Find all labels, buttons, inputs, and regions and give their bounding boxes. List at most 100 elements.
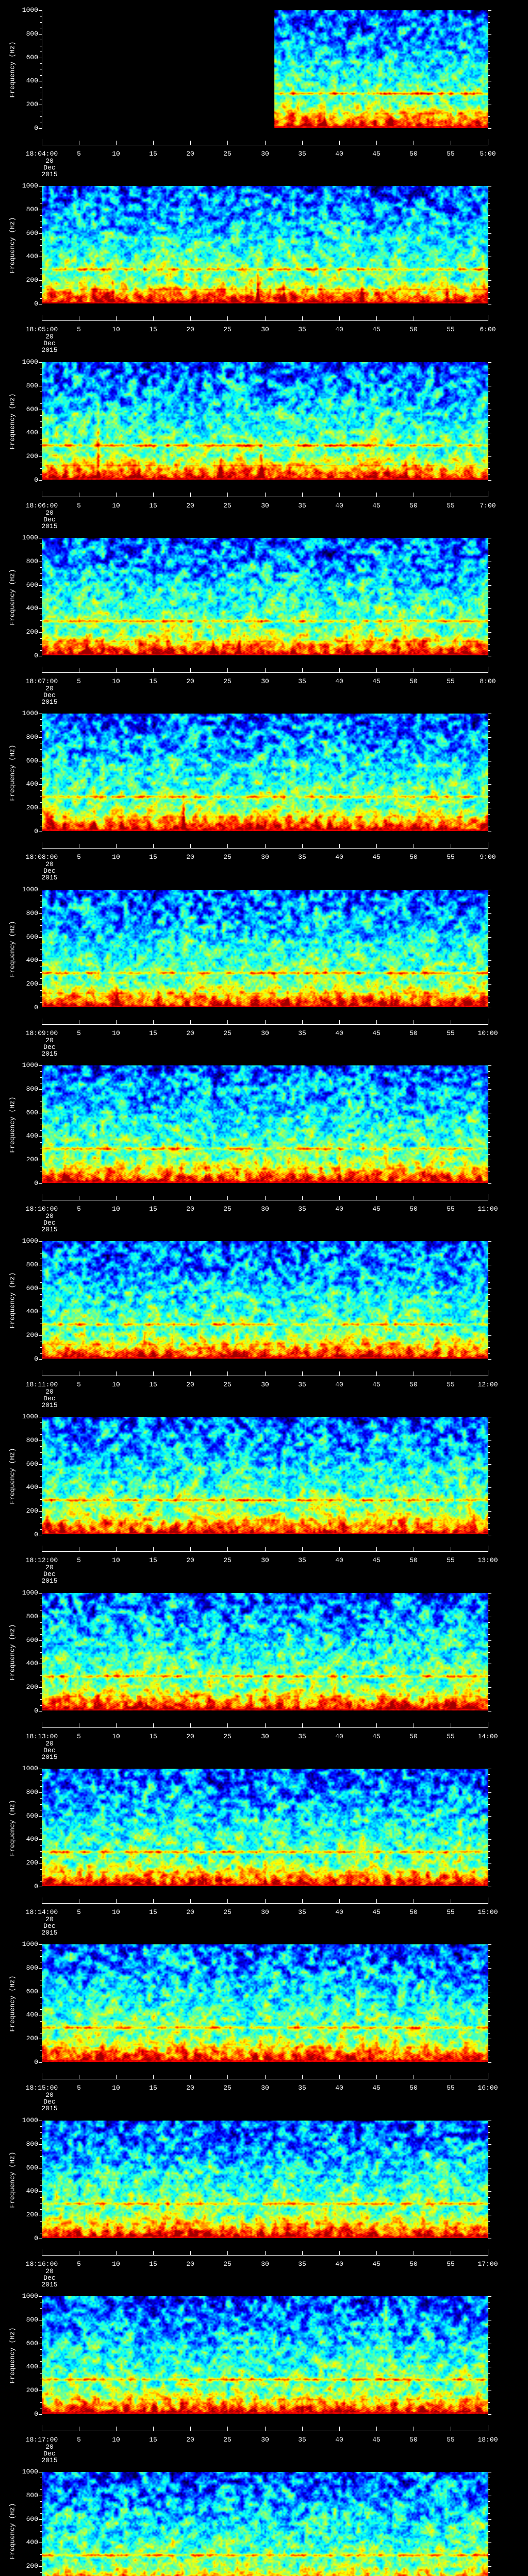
y-tick-mark (488, 585, 491, 586)
x-axis-tick-label: 50 (409, 1029, 418, 1037)
y-tick-mark (488, 474, 490, 475)
end-time-label: 15:00 (477, 1908, 498, 1916)
y-axis-tick-label: 400 (26, 1659, 38, 1667)
y-axis-tick-label: 600 (26, 1812, 38, 1820)
y-axis-tick-label: 0 (34, 124, 38, 132)
y-tick-mark (488, 1593, 491, 1594)
end-time-label: 8:00 (480, 677, 496, 685)
y-tick-mark (39, 1593, 42, 1594)
y-axis-tick-label: 200 (26, 2035, 38, 2042)
frequency-axis-title: Frequency (Hz) (8, 41, 16, 98)
y-tick-mark (39, 1816, 42, 1817)
y-tick-mark (39, 984, 42, 985)
y-tick-mark (40, 1529, 42, 1530)
y-tick-mark (40, 1786, 42, 1787)
y-tick-mark (488, 1089, 491, 1090)
y-tick-mark (40, 1347, 42, 1348)
y-tick-mark (488, 949, 490, 950)
x-axis-tick-label: 55 (447, 502, 455, 510)
y-tick-mark (488, 1306, 490, 1307)
y-tick-mark (40, 2507, 42, 2508)
y-axis-tick-label: 1000 (22, 709, 38, 717)
y-tick-mark (39, 34, 42, 35)
x-tick-mark (302, 668, 303, 672)
x-axis-tick-label: 10 (112, 853, 120, 861)
y-axis-tick-label: 200 (26, 1156, 38, 1163)
y-tick-mark (488, 2221, 490, 2222)
y-axis-tick-label: 200 (26, 100, 38, 108)
x-axis-tick-label: 45 (372, 2084, 381, 2092)
y-axis-tick-label: 800 (26, 1436, 38, 1444)
x-tick-mark (376, 316, 377, 320)
x-tick-mark (116, 141, 117, 145)
y-tick-mark (40, 1306, 42, 1307)
y-axis-tick-label: 1000 (22, 2116, 38, 2124)
x-tick-mark (376, 844, 377, 848)
x-tick-mark (116, 2251, 117, 2255)
x-axis-tick-label: 5 (77, 1556, 81, 1564)
spectrogram-stack: 1000 800 600 400 200 0 Frequency (Hz) 18:04:00 5… (0, 0, 528, 2576)
x-axis-tick-label: 25 (223, 1029, 232, 1037)
start-time-label: 18:06:00 (25, 502, 58, 510)
x-axis-tick-label: 25 (223, 1908, 232, 1916)
y-tick-mark (488, 362, 491, 363)
y-tick-mark (40, 949, 42, 950)
x-axis-tick-label: 30 (261, 2260, 269, 2268)
y-tick-mark (488, 1282, 490, 1283)
y-tick-mark (488, 1622, 490, 1623)
y-tick-mark (40, 814, 42, 815)
x-axis-tick-label: 45 (372, 502, 381, 510)
y-tick-mark (39, 2062, 42, 2063)
x-axis-tick-label: 5 (77, 326, 81, 333)
y-tick-mark (40, 1446, 42, 1447)
y-axis-tick-label: 1000 (22, 886, 38, 893)
x-axis-tick-label: 25 (223, 502, 232, 510)
y-tick-mark (40, 1845, 42, 1846)
y-tick-mark (40, 597, 42, 598)
y-tick-mark (40, 1517, 42, 1518)
y-tick-mark (40, 1300, 42, 1301)
y-tick-mark (39, 1687, 42, 1688)
y-tick-mark (40, 286, 42, 287)
y-axis-tick-label: 400 (26, 604, 38, 612)
x-tick-mark (153, 2075, 154, 2079)
y-tick-mark (40, 1774, 42, 1775)
y-tick-mark (40, 972, 42, 973)
x-tick-mark (339, 1196, 340, 1200)
y-tick-mark (488, 1487, 491, 1488)
end-time-label: 12:00 (477, 1381, 498, 1388)
start-time-label: 18:10:00 (25, 1205, 58, 1213)
start-time-label: 18:05:00 (25, 326, 58, 333)
end-time-label: 11:00 (477, 1205, 498, 1213)
x-tick-mark (116, 1371, 117, 1376)
frequency-axis-title: Frequency (Hz) (8, 744, 16, 801)
x-axis-tick-label: 25 (223, 2260, 232, 2268)
y-tick-mark (488, 2501, 490, 2502)
y-tick-mark (39, 1136, 42, 1137)
y-tick-mark (488, 937, 491, 938)
x-axis-tick-label: 5 (77, 502, 81, 510)
x-axis-tick-label: 50 (409, 1733, 418, 1740)
y-axis-tick-label: 0 (34, 1179, 38, 1187)
y-tick-mark (488, 567, 490, 568)
y-tick-mark (488, 1529, 490, 1530)
y-tick-mark (40, 2501, 42, 2502)
y-axis-tick-label: 600 (26, 581, 38, 589)
y-tick-mark (40, 1851, 42, 1852)
y-tick-mark (39, 1464, 42, 1465)
spectrogram-canvas (42, 186, 488, 303)
x-axis-tick-label: 40 (335, 1908, 343, 1916)
y-tick-mark (39, 480, 42, 481)
y-tick-mark (488, 298, 490, 299)
x-axis-tick-label: 25 (223, 1733, 232, 1740)
x-axis-tick-label: 35 (298, 1205, 306, 1213)
x-axis-tick-label: 20 (186, 1029, 194, 1037)
y-tick-mark (488, 1359, 491, 1360)
x-axis-tick-label: 15 (149, 1029, 157, 1037)
x-axis-tick-label: 10 (112, 502, 120, 510)
y-tick-mark (40, 749, 42, 750)
y-tick-mark (39, 2191, 42, 2192)
x-axis-tick-label: 5 (77, 2436, 81, 2444)
y-axis-tick-label: 800 (26, 30, 38, 38)
x-tick-mark (227, 844, 228, 848)
